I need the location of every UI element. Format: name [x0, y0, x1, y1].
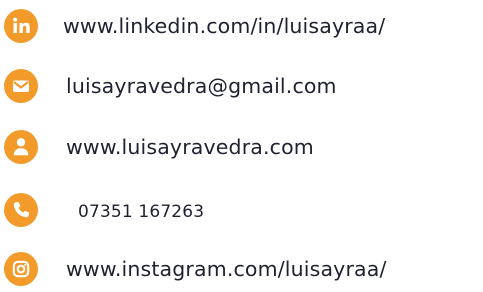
email-icon — [4, 69, 38, 103]
email-link[interactable]: luisayravedra@gmail.com — [66, 73, 337, 99]
instagram-icon — [4, 252, 38, 286]
website-link[interactable]: www.luisayravedra.com — [66, 134, 314, 160]
contact-row-phone[interactable]: 07351 167263 — [0, 193, 483, 233]
linkedin-link[interactable]: www.linkedin.com/in/luisayraa/ — [63, 13, 385, 39]
phone-icon — [4, 193, 38, 227]
instagram-link[interactable]: www.instagram.com/luisayraa/ — [66, 256, 387, 282]
linkedin-icon — [4, 9, 38, 43]
person-icon — [4, 130, 38, 164]
contact-row-instagram[interactable]: www.instagram.com/luisayraa/ — [0, 252, 483, 292]
phone-number[interactable]: 07351 167263 — [78, 199, 204, 225]
contact-row-email[interactable]: luisayravedra@gmail.com — [0, 69, 483, 109]
contact-row-website[interactable]: www.luisayravedra.com — [0, 130, 483, 170]
contact-row-linkedin[interactable]: www.linkedin.com/in/luisayraa/ — [0, 9, 483, 49]
